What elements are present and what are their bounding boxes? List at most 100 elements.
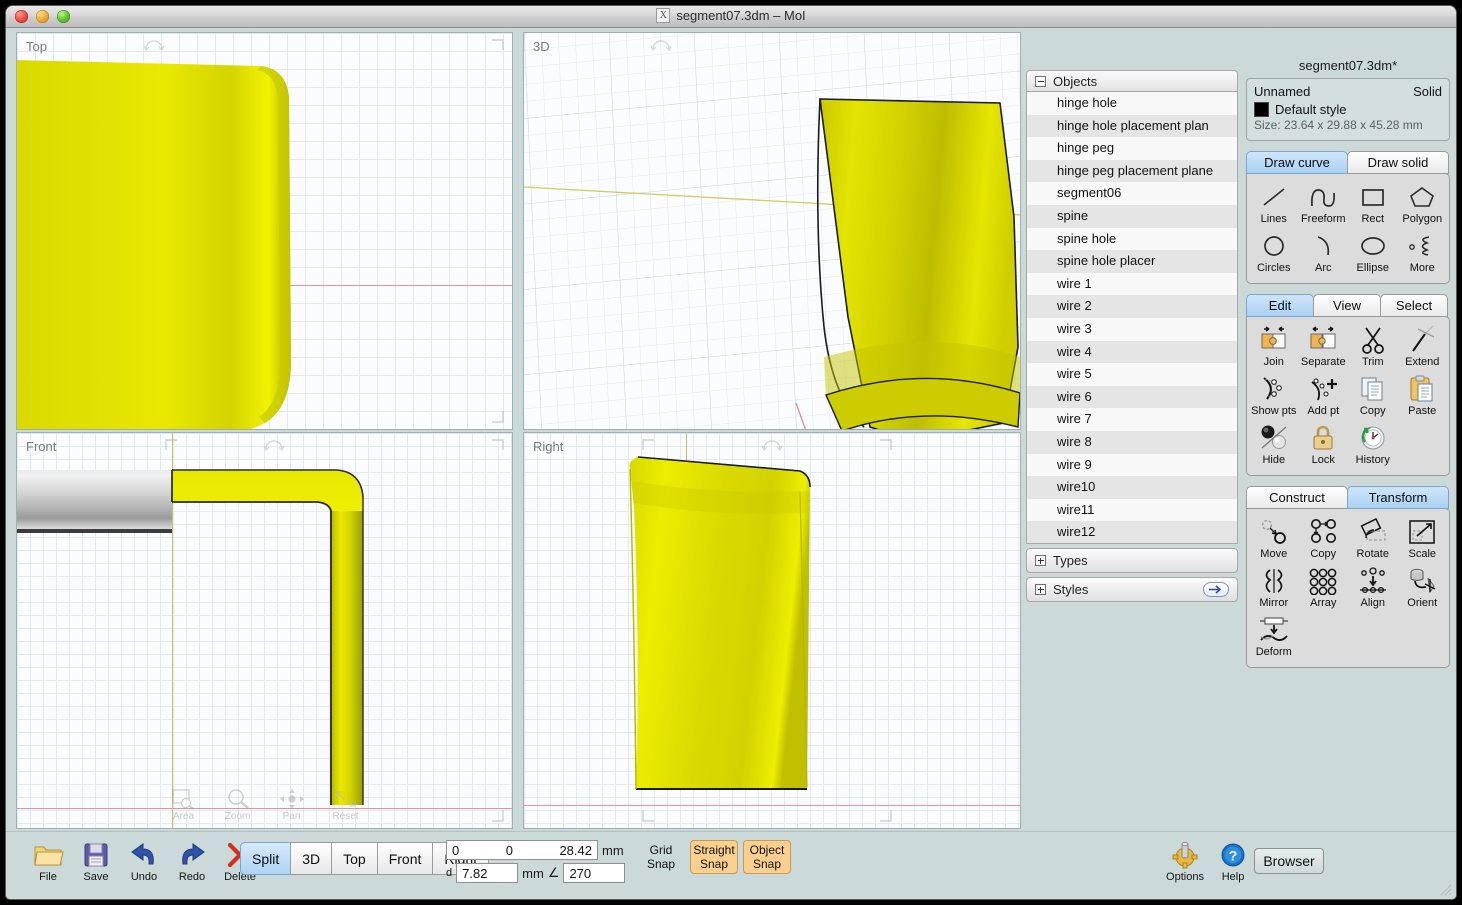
viewport-nav-area[interactable]: Area xyxy=(164,788,204,822)
viewport-nav-pan[interactable]: Pan xyxy=(272,788,312,822)
view-button-top[interactable]: Top xyxy=(331,842,378,875)
object-list-item[interactable]: hinge peg placement plane xyxy=(1027,159,1237,183)
styles-arrow-icon[interactable] xyxy=(1203,582,1229,597)
tool-orient[interactable]: Orient xyxy=(1398,564,1448,613)
tool-scale[interactable]: Scale xyxy=(1398,515,1448,564)
tool-rect[interactable]: Rect xyxy=(1348,180,1398,229)
object-list-item[interactable]: hinge peg xyxy=(1027,137,1237,160)
tool-join[interactable]: Join xyxy=(1249,323,1299,372)
viewport-3d[interactable]: 3D xyxy=(523,32,1021,430)
viewport-right-corner-br-icon[interactable] xyxy=(879,809,892,822)
viewport-right-rotate-icon[interactable] xyxy=(761,437,783,456)
object-list[interactable]: hinge hole hinge hole placement plan hinge… xyxy=(1026,92,1238,544)
tab-draw-curve[interactable]: Draw curve xyxy=(1246,150,1348,174)
tool-lines[interactable]: Lines xyxy=(1249,180,1299,229)
save-button[interactable]: Save xyxy=(72,838,120,883)
objects-collapse-icon[interactable] xyxy=(1035,75,1046,87)
tool-copy[interactable]: Copy xyxy=(1348,372,1398,421)
tab-draw-solid[interactable]: Draw solid xyxy=(1347,150,1449,174)
object-list-item[interactable]: wire 6 xyxy=(1027,385,1237,409)
viewport-top[interactable]: Top xyxy=(16,32,513,430)
tool-deform[interactable]: Deform xyxy=(1249,613,1299,662)
file-button[interactable]: File xyxy=(24,838,72,883)
tool-array[interactable]: Array xyxy=(1299,564,1349,613)
tool-paste[interactable]: Paste xyxy=(1398,372,1448,421)
viewport-nav-zoom[interactable]: Zoom xyxy=(218,788,258,822)
view-button-3d[interactable]: 3D xyxy=(290,842,333,875)
tool-more[interactable]: More xyxy=(1398,229,1448,278)
viewport-corner-br-icon[interactable] xyxy=(491,410,504,423)
viewport-right-corner-tr-icon[interactable] xyxy=(879,439,892,452)
redo-button[interactable]: Redo xyxy=(168,838,216,883)
objects-section-header[interactable]: Objects xyxy=(1026,70,1238,92)
viewport-right-corner-tl-icon[interactable] xyxy=(642,439,655,452)
object-list-item[interactable]: wire10 xyxy=(1027,476,1237,499)
help-button[interactable]: ? Help xyxy=(1209,838,1257,883)
object-list-item[interactable]: wire11 xyxy=(1027,498,1237,522)
tab-transform[interactable]: Transform xyxy=(1347,485,1449,509)
tool-polygon[interactable]: Polygon xyxy=(1398,180,1448,229)
tool-lock[interactable]: Lock xyxy=(1299,421,1349,470)
tab-edit[interactable]: Edit xyxy=(1246,293,1314,317)
styles-expand-icon[interactable] xyxy=(1035,584,1046,595)
undo-button[interactable]: Undo xyxy=(120,838,168,883)
tool-ellipse[interactable]: Ellipse xyxy=(1348,229,1398,278)
style-color-swatch[interactable] xyxy=(1254,102,1269,117)
object-list-item[interactable]: wire 5 xyxy=(1027,363,1237,386)
viewport-corner-tr-icon[interactable] xyxy=(491,39,504,52)
tool-freeform[interactable]: Freeform xyxy=(1299,180,1349,229)
viewport-front-rotate-icon[interactable] xyxy=(263,437,285,456)
viewport-nav-controls[interactable]: Area Zoom Pan Reset xyxy=(164,788,366,822)
viewport-nav-reset[interactable]: Reset xyxy=(326,788,366,822)
object-list-item[interactable]: wire 4 xyxy=(1027,340,1237,364)
tool-show-pts[interactable]: Show pts xyxy=(1249,372,1299,421)
angle-input[interactable]: 270 xyxy=(563,863,626,883)
types-expand-icon[interactable] xyxy=(1035,555,1046,566)
straight-snap-toggle[interactable]: Straight Snap xyxy=(690,840,738,874)
viewport-front-corner-tr-icon[interactable] xyxy=(491,439,504,452)
tool-separate[interactable]: Separate xyxy=(1299,323,1349,372)
viewport-front[interactable]: Front Area Zoom Pan Reset xyxy=(16,432,513,829)
object-list-item[interactable]: spine hole xyxy=(1027,227,1237,251)
tool-move[interactable]: Move xyxy=(1249,515,1299,564)
object-list-item[interactable]: wire 1 xyxy=(1027,272,1237,296)
object-list-item[interactable]: hinge hole placement plan xyxy=(1027,114,1237,138)
tool-rotate[interactable]: Rotate xyxy=(1348,515,1398,564)
browser-toggle-button[interactable]: Browser xyxy=(1254,848,1324,874)
viewport-3d-rotate-icon[interactable] xyxy=(650,37,672,56)
types-section[interactable]: Types xyxy=(1026,548,1238,573)
tool-history[interactable]: History xyxy=(1348,421,1398,470)
tab-view[interactable]: View xyxy=(1313,293,1381,317)
object-list-item[interactable]: wire 2 xyxy=(1027,295,1237,318)
object-list-item[interactable]: spine hole placer xyxy=(1027,250,1237,273)
viewport-right[interactable]: Right xyxy=(523,432,1021,829)
viewport-right-corner-bl-icon[interactable] xyxy=(642,809,655,822)
resize-grip-icon[interactable] xyxy=(1438,882,1452,896)
styles-section[interactable]: Styles xyxy=(1026,577,1238,602)
tool-hide[interactable]: Hide xyxy=(1249,421,1299,470)
distance-input[interactable]: 7.82 xyxy=(456,863,519,883)
viewport-front-corner-br-icon[interactable] xyxy=(491,809,504,822)
tool-mirror[interactable]: Mirror xyxy=(1249,564,1299,613)
tool-extend[interactable]: Extend xyxy=(1398,323,1448,372)
viewport-front-corner-tl-icon[interactable] xyxy=(165,439,178,452)
tab-select[interactable]: Select xyxy=(1380,293,1448,317)
xyz-input[interactable]: 0 0 28.42 xyxy=(446,840,598,860)
object-list-item[interactable]: spine xyxy=(1027,204,1237,228)
tool-circles[interactable]: Circles xyxy=(1249,229,1299,278)
tool-trim[interactable]: Trim xyxy=(1348,323,1398,372)
view-button-split[interactable]: Split xyxy=(240,842,292,875)
tool-arc[interactable]: Arc xyxy=(1299,229,1349,278)
object-list-item[interactable]: wire 3 xyxy=(1027,317,1237,341)
tool-add-pt[interactable]: Add pt xyxy=(1299,372,1349,421)
object-list-item[interactable]: wire12 xyxy=(1027,521,1237,543)
object-list-item[interactable]: wire 7 xyxy=(1027,408,1237,431)
viewport-rotate-icon[interactable] xyxy=(143,37,165,56)
tool-copy-objects[interactable]: Copy xyxy=(1299,515,1349,564)
options-button[interactable]: Options xyxy=(1161,838,1209,883)
object-list-item[interactable]: wire 9 xyxy=(1027,453,1237,477)
grid-snap-toggle[interactable]: Grid Snap xyxy=(637,840,685,874)
view-button-front[interactable]: Front xyxy=(376,842,434,875)
tool-align[interactable]: Align xyxy=(1348,564,1398,613)
object-list-item[interactable]: wire 8 xyxy=(1027,430,1237,454)
